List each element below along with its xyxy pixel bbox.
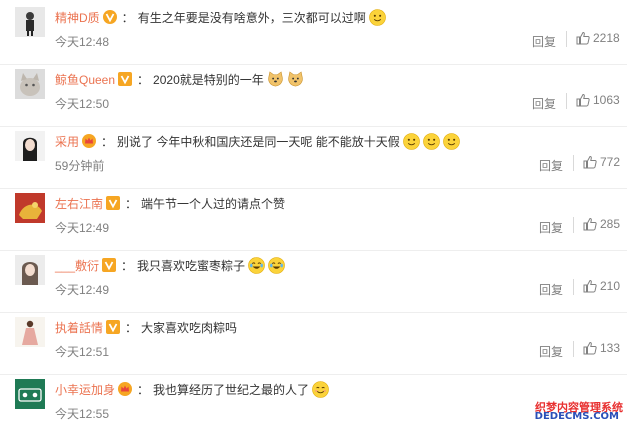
divider — [566, 93, 567, 109]
comment-item: ___敷衍 ： 我只喜欢吃蜜枣粽子 今天12:49 回复 210 — [0, 248, 627, 313]
like-count: 1063 — [593, 93, 620, 107]
thumbs-up-icon — [576, 93, 590, 107]
comment-time: 今天12:51 — [55, 345, 110, 359]
like-button[interactable]: 133 — [583, 341, 620, 355]
reply-button[interactable]: 回复 — [539, 219, 563, 236]
username-link[interactable]: 左右江南 — [55, 195, 103, 212]
avatar[interactable] — [15, 193, 45, 223]
verified-badge-icon — [118, 72, 133, 86]
smile-emoji-icon — [368, 8, 386, 26]
divider — [573, 279, 574, 295]
divider — [573, 217, 574, 233]
username-link[interactable]: 执着話情 — [55, 319, 103, 336]
verified-badge-icon — [102, 258, 117, 272]
smile-emoji-icon — [422, 132, 440, 150]
thumbs-up-icon — [583, 341, 597, 355]
verified-badge-icon — [102, 10, 117, 24]
laugh-tears-emoji-icon — [248, 256, 265, 274]
username-link[interactable]: 小幸运加身 — [55, 381, 115, 398]
laugh-tears-emoji-icon — [268, 256, 285, 274]
like-count: 210 — [600, 279, 621, 293]
avatar[interactable] — [15, 7, 45, 37]
doge-emoji-icon — [288, 70, 303, 86]
thumbs-up-icon — [583, 279, 597, 293]
avatar[interactable] — [15, 69, 45, 99]
member-crown-icon — [82, 134, 97, 148]
comment-time: 今天12:48 — [55, 35, 110, 49]
comment-item: 执着話情 ： 大家喜欢吃肉粽吗 今天12:51 回复 133 — [0, 310, 627, 375]
thumbs-up-icon — [576, 31, 590, 45]
like-count: 133 — [600, 341, 621, 355]
like-button[interactable]: 210 — [583, 279, 620, 293]
reply-button[interactable]: 回复 — [539, 343, 563, 360]
like-count: 2218 — [593, 31, 620, 45]
comment-item: 采用 ： 别说了 今年中秋和国庆还是同一天呢 能不能放十天假 59分钟前 回复 … — [0, 124, 627, 189]
comment-text: 有生之年要是没有啥意外，三次都可以过啊 — [137, 10, 366, 25]
reply-button[interactable]: 回复 — [532, 33, 556, 50]
avatar[interactable] — [15, 131, 45, 161]
like-button[interactable]: 285 — [583, 217, 620, 231]
doge-emoji-icon — [268, 70, 283, 86]
comment-item: 左右江南 ： 端午节一个人过的请点个赞 今天12:49 回复 285 — [0, 186, 627, 251]
comment-time: 今天12:49 — [55, 221, 110, 235]
username-link[interactable]: 采用 — [55, 133, 79, 150]
comment-time: 今天12:55 — [55, 407, 110, 421]
like-button[interactable]: 772 — [583, 155, 620, 169]
divider — [573, 341, 574, 357]
comment-item: 鲸鱼Queen ： 2020就是特别的一年 今天12:50 回复 1063 — [0, 62, 627, 127]
thumbs-up-icon — [583, 217, 597, 231]
comment-text: 我只喜欢吃蜜枣粽子 — [137, 258, 246, 273]
like-button[interactable]: 1063 — [576, 93, 620, 107]
watermark-domain: DEDECMS.COM — [534, 411, 619, 422]
comment-time: 59分钟前 — [55, 159, 105, 173]
comment-text: 端午节一个人过的请点个赞 — [141, 196, 286, 211]
reply-button[interactable]: 回复 — [539, 281, 563, 298]
watermark: 织梦内容管理系统 DEDECMS.COM — [515, 399, 623, 423]
comment-text: 大家喜欢吃肉粽吗 — [141, 320, 238, 335]
reply-button[interactable]: 回复 — [539, 157, 563, 174]
comment-time: 今天12:49 — [55, 283, 110, 297]
smile-emoji-icon — [442, 132, 460, 150]
divider — [573, 155, 574, 171]
comment-time: 今天12:50 — [55, 97, 110, 111]
like-count: 772 — [600, 155, 621, 169]
avatar[interactable] — [15, 317, 45, 347]
blush-smile-emoji-icon — [312, 380, 329, 398]
divider — [566, 31, 567, 47]
smile-emoji-icon — [402, 132, 420, 150]
reply-button[interactable]: 回复 — [532, 95, 556, 112]
verified-badge-icon — [106, 196, 121, 210]
thumbs-up-icon — [583, 155, 597, 169]
comment-text: 2020就是特别的一年 — [153, 72, 264, 87]
like-count: 285 — [600, 217, 621, 231]
comment-text: 我也算经历了世纪之最的人了 — [153, 382, 310, 397]
username-link[interactable]: 鲸鱼Queen — [55, 71, 115, 88]
member-crown-icon — [118, 382, 133, 396]
comment-text: 别说了 今年中秋和国庆还是同一天呢 能不能放十天假 — [117, 134, 400, 149]
username-link[interactable]: ___敷衍 — [55, 257, 99, 274]
comment-item: 精神D质 ： 有生之年要是没有啥意外，三次都可以过啊 今天12:48 回复 22… — [0, 0, 627, 65]
username-link[interactable]: 精神D质 — [55, 9, 100, 26]
avatar[interactable] — [15, 255, 45, 285]
verified-badge-icon — [106, 320, 121, 334]
avatar[interactable] — [15, 379, 45, 409]
like-button[interactable]: 2218 — [576, 31, 620, 45]
